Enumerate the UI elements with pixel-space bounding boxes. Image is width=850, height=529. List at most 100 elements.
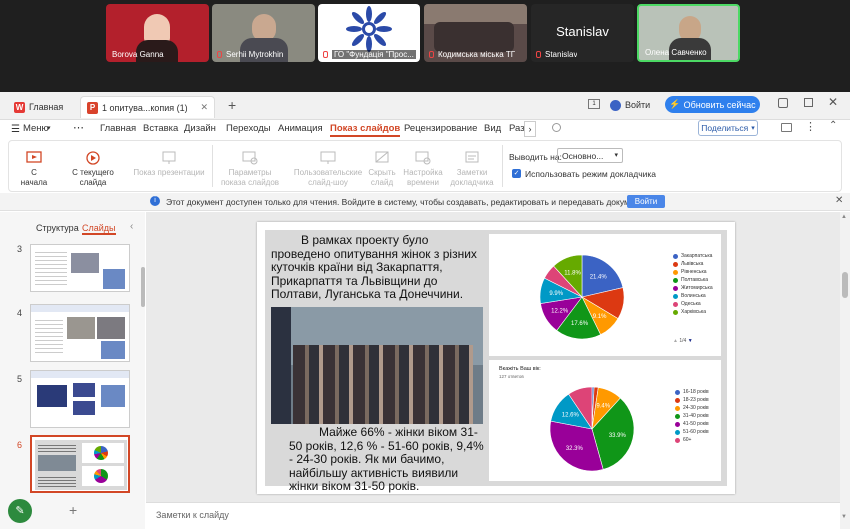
tab-more[interactable]: Раз <box>509 123 525 134</box>
new-tab-icon[interactable]: + <box>228 97 236 113</box>
tab-slides[interactable]: Слайды <box>82 223 116 235</box>
participant-tile-borova[interactable]: Borova Ganna <box>106 4 209 62</box>
legend-swatch <box>675 413 680 419</box>
presentation-icon <box>162 151 176 164</box>
vertical-scrollbar[interactable]: ▲ ▼ <box>840 212 850 529</box>
search-icon[interactable] <box>552 123 561 132</box>
tab-home[interactable]: W Главная <box>8 96 76 118</box>
current-slide[interactable]: В рамках проекту було проведено опитуван… <box>257 222 735 494</box>
update-label: Обновить сейчас <box>683 99 756 110</box>
timings-label-2: времени <box>407 178 439 187</box>
tab-home-ribbon[interactable]: Главная <box>100 123 136 134</box>
participant-big-name: Stanislav <box>556 24 609 39</box>
info-login-button[interactable]: Войти <box>627 195 665 208</box>
tab-structure[interactable]: Структура <box>36 223 79 233</box>
legend-item: Рівненська <box>673 268 713 276</box>
tab-transitions[interactable]: Переходы <box>226 123 271 134</box>
comment-icon[interactable] <box>781 123 792 132</box>
participant-tile-kodyma[interactable]: Кодимська міська ТГ <box>424 4 527 62</box>
slide-notes[interactable]: Заметки к слайду <box>146 502 840 529</box>
legend-label: Житомирська <box>681 285 713 291</box>
tab-animation[interactable]: Анимация <box>278 123 323 134</box>
tab-review[interactable]: Рецензирование <box>404 123 477 134</box>
share-button[interactable]: Поделиться ▾ <box>698 120 758 136</box>
thumb-block <box>73 383 95 397</box>
add-slide-icon[interactable]: + <box>69 502 77 518</box>
slides-panel: Структура Слайды ‹ 3 4 5 6 ✎ + <box>0 212 145 529</box>
tab-design[interactable]: Дизайн <box>184 123 216 134</box>
custom-show-label-2: слайд-шоу <box>308 178 348 187</box>
login-button[interactable]: Войти <box>610 97 650 113</box>
legend-label: 51-60 років <box>683 429 709 435</box>
presenter-view-checkbox[interactable]: ✓ <box>512 169 521 178</box>
scrollbar-thumb[interactable] <box>842 272 848 298</box>
panel-scrollbar[interactable] <box>141 267 145 307</box>
tab-close-icon[interactable]: ✕ <box>200 102 208 113</box>
update-now-button[interactable]: ⚡ Обновить сейчас <box>665 96 760 113</box>
participant-name: Олена Савченко <box>645 48 707 57</box>
menu-dropdown-icon[interactable]: ▾ <box>47 124 51 132</box>
close-window-icon[interactable]: ✕ <box>828 95 838 109</box>
slide-top-text: В рамках проекту було проведено опитуван… <box>271 233 477 301</box>
from-start-button[interactable]: С начала <box>17 151 51 188</box>
help-icon[interactable] <box>778 98 788 108</box>
restore-window-icon[interactable] <box>804 98 813 107</box>
participant-tile-stanislav[interactable]: Stanislav Stanislav <box>531 4 634 62</box>
thumb-text <box>38 475 76 487</box>
thumb-text <box>35 317 63 355</box>
hamburger-menu-icon[interactable]: ☰ <box>11 124 20 135</box>
custom-show-icon <box>320 151 336 164</box>
output-select[interactable]: Основно... ▾ <box>557 148 623 163</box>
participant-name: Кодимська міська ТГ <box>438 50 516 59</box>
pager-prev-icon[interactable]: ▲ <box>673 338 678 344</box>
settings-screen-icon <box>242 151 258 165</box>
notes-placeholder: Заметки к слайду <box>156 510 229 520</box>
ribbon-tab-row: ☰ Меню ▾ ⋯ Главная Вставка Дизайн Перехо… <box>0 120 850 140</box>
photo-edge <box>271 307 291 424</box>
legend-swatch <box>675 405 680 411</box>
timings-label-1: Настройка <box>403 168 443 177</box>
rehearse-timings-button[interactable]: Настройка времени <box>402 151 444 188</box>
collapse-ribbon-icon[interactable]: ⌃ <box>829 120 837 131</box>
tab-menu[interactable]: Меню <box>23 123 49 134</box>
more-icon[interactable]: ⋯ <box>73 121 84 134</box>
window-count-icon[interactable]: 1 <box>588 99 600 109</box>
scroll-down-icon[interactable]: ▼ <box>841 514 847 520</box>
scroll-up-icon[interactable]: ▲ <box>841 214 847 220</box>
tab-insert[interactable]: Вставка <box>143 123 178 134</box>
hide-slide-button[interactable]: Скрыть слайд <box>365 151 399 188</box>
participant-tile-foundation[interactable]: ГО "Фундація "Прос... <box>318 4 420 62</box>
more-options-icon[interactable]: ⋮ <box>805 120 816 133</box>
slide-thumbnail-3[interactable] <box>30 244 130 292</box>
tab-view[interactable]: Вид <box>484 123 501 134</box>
participant-tile-olena[interactable]: Олена Савченко <box>637 4 740 62</box>
legend-item: 18-23 років <box>675 396 709 404</box>
legend-item: Львівська <box>673 260 713 268</box>
legend-item: 51-60 років <box>675 428 709 436</box>
legend-item: 60+ <box>675 436 709 444</box>
slide-content: В рамках проекту було проведено опитуван… <box>265 230 727 493</box>
pager-next-icon[interactable]: ▼ <box>688 338 693 344</box>
speaker-notes-button[interactable]: Заметки докладчика <box>447 151 497 188</box>
tab-document[interactable]: P 1 опитува...копия (1) ✕ <box>80 96 215 118</box>
legend-label: Волинська <box>681 293 706 299</box>
tab-scroll-right-icon[interactable]: › <box>524 121 536 137</box>
collapse-panel-icon[interactable]: ‹ <box>130 221 133 232</box>
present-button[interactable]: Показ презентации <box>133 151 205 178</box>
participant-name: ГО "Фундація "Прос... <box>332 50 416 59</box>
slide-thumbnail-6[interactable] <box>30 435 130 493</box>
slide-thumbnail-5[interactable] <box>30 370 130 428</box>
legend-pager[interactable]: ▲ 1/4 ▼ <box>673 338 693 344</box>
participant-tile-serhii[interactable]: Serhii Mytrokhin <box>212 4 315 62</box>
show-settings-button[interactable]: Параметры показа слайдов <box>217 151 283 188</box>
tab-slide-show[interactable]: Показ слайдов <box>330 123 401 137</box>
lightning-icon: ⚡ <box>669 99 681 109</box>
from-current-slide-button[interactable]: С текущего слайда <box>59 151 127 188</box>
legend-label: 31-40 років <box>683 413 709 419</box>
slide-thumbnail-4[interactable] <box>30 304 130 362</box>
slide-number-current: 6 <box>17 440 23 450</box>
close-info-icon[interactable]: ✕ <box>835 195 843 206</box>
info-icon: i <box>150 196 160 206</box>
custom-show-button[interactable]: Пользовательские слайд-шоу <box>289 151 367 188</box>
pen-tool-button[interactable]: ✎ <box>8 499 32 523</box>
